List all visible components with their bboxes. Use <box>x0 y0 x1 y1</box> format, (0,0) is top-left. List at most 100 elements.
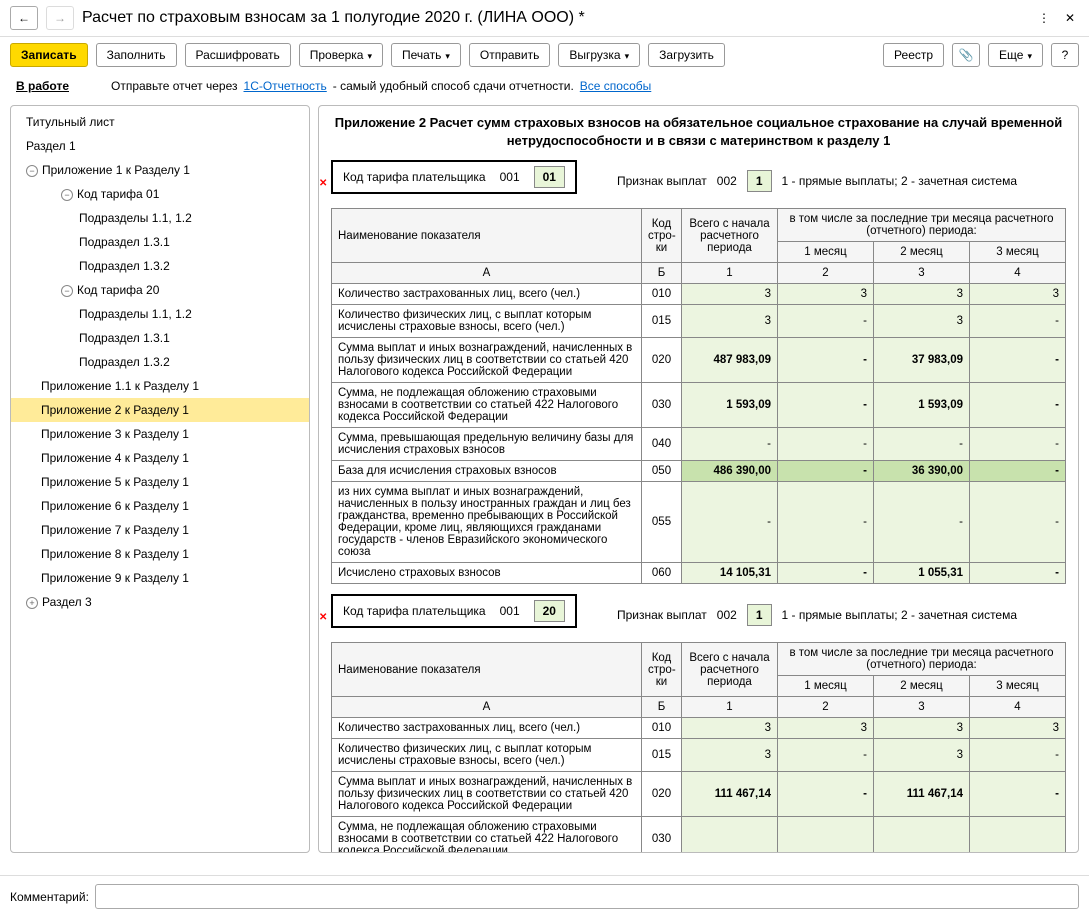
cell-value[interactable]: - <box>970 739 1066 772</box>
sign-val[interactable]: 1 <box>747 170 772 192</box>
tree-app3[interactable]: Приложение 3 к Разделу 1 <box>11 422 309 446</box>
sign-val[interactable]: 1 <box>747 604 772 626</box>
cell-value[interactable]: 3 <box>874 305 970 338</box>
tree-app1[interactable]: −Приложение 1 к Разделу 1 <box>11 158 309 182</box>
cell-value[interactable]: 37 983,09 <box>874 338 970 383</box>
cell-value[interactable]: - <box>970 461 1066 482</box>
cell-value[interactable] <box>970 817 1066 853</box>
delete-icon[interactable]: ✕ <box>319 612 327 623</box>
forward-button[interactable]: → <box>46 6 74 30</box>
main-content[interactable]: Приложение 2 Расчет сумм страховых взнос… <box>318 105 1079 853</box>
status-text[interactable]: В работе <box>16 79 69 93</box>
cell-value[interactable]: - <box>778 461 874 482</box>
cell-value[interactable]: - <box>970 305 1066 338</box>
cell-value[interactable] <box>778 817 874 853</box>
cell-value[interactable]: - <box>778 772 874 817</box>
cell-value[interactable]: 3 <box>778 718 874 739</box>
collapse-icon[interactable]: − <box>61 285 73 297</box>
cell-value[interactable]: 3 <box>874 718 970 739</box>
cell-value[interactable]: 3 <box>970 284 1066 305</box>
cell-value[interactable]: - <box>682 428 778 461</box>
info-link-1c[interactable]: 1С-Отчетность <box>244 79 327 93</box>
load-button[interactable]: Загрузить <box>648 43 725 67</box>
tree-app7[interactable]: Приложение 7 к Разделу 1 <box>11 518 309 542</box>
cell-value[interactable]: - <box>970 383 1066 428</box>
cell-value[interactable]: - <box>778 383 874 428</box>
tree-section1[interactable]: Раздел 1 <box>11 134 309 158</box>
cell-value[interactable]: - <box>874 428 970 461</box>
tree-app6[interactable]: Приложение 6 к Разделу 1 <box>11 494 309 518</box>
cell-value[interactable]: 1 593,09 <box>682 383 778 428</box>
collapse-icon[interactable]: − <box>61 189 73 201</box>
cell-value[interactable] <box>874 817 970 853</box>
tree-app11[interactable]: Приложение 1.1 к Разделу 1 <box>11 374 309 398</box>
cell-value[interactable]: - <box>970 338 1066 383</box>
cell-value[interactable]: 111 467,14 <box>874 772 970 817</box>
attach-button[interactable]: 📎 <box>952 43 980 67</box>
more-button[interactable]: Еще▾ <box>988 43 1043 67</box>
tree-tariff01[interactable]: −Код тарифа 01 <box>11 182 309 206</box>
cell-value[interactable]: 1 593,09 <box>874 383 970 428</box>
cell-value[interactable]: 3 <box>778 284 874 305</box>
cell-value[interactable]: - <box>970 772 1066 817</box>
cell-value[interactable]: 3 <box>682 284 778 305</box>
cell-value[interactable]: - <box>874 482 970 563</box>
collapse-icon[interactable]: − <box>26 165 38 177</box>
tree-section3[interactable]: +Раздел 3 <box>11 590 309 614</box>
upload-button[interactable]: Выгрузка▾ <box>558 43 640 67</box>
check-button[interactable]: Проверка▾ <box>299 43 383 67</box>
info-link-all[interactable]: Все способы <box>580 79 652 93</box>
cell-value[interactable]: 486 390,00 <box>682 461 778 482</box>
tree-app8[interactable]: Приложение 8 к Разделу 1 <box>11 542 309 566</box>
registry-button[interactable]: Реестр <box>883 43 944 67</box>
tree-tariff20[interactable]: −Код тарифа 20 <box>11 278 309 302</box>
tariff-val2[interactable]: 20 <box>534 600 565 622</box>
cell-value[interactable]: - <box>970 563 1066 584</box>
tree-title-page[interactable]: Титульный лист <box>11 110 309 134</box>
send-button[interactable]: Отправить <box>469 43 551 67</box>
cell-value[interactable]: - <box>778 305 874 338</box>
help-button[interactable]: ? <box>1051 43 1079 67</box>
tree-sidebar[interactable]: Титульный лист Раздел 1 −Приложение 1 к … <box>10 105 310 853</box>
decrypt-button[interactable]: Расшифровать <box>185 43 291 67</box>
comment-input[interactable] <box>95 884 1079 909</box>
tree-sub112-b[interactable]: Подразделы 1.1, 1.2 <box>11 302 309 326</box>
cell-value[interactable]: 3 <box>682 718 778 739</box>
cell-value[interactable]: 3 <box>682 305 778 338</box>
print-button[interactable]: Печать▾ <box>391 43 461 67</box>
cell-value[interactable]: - <box>682 482 778 563</box>
kebab-icon[interactable]: ⋮ <box>1035 11 1053 25</box>
cell-value[interactable]: - <box>970 482 1066 563</box>
cell-value[interactable]: 3 <box>874 739 970 772</box>
cell-value[interactable]: 1 055,31 <box>874 563 970 584</box>
cell-value[interactable]: 36 390,00 <box>874 461 970 482</box>
tree-sub112-a[interactable]: Подразделы 1.1, 1.2 <box>11 206 309 230</box>
cell-value[interactable]: 487 983,09 <box>682 338 778 383</box>
cell-value[interactable]: - <box>778 338 874 383</box>
cell-value[interactable]: - <box>778 739 874 772</box>
tree-app2[interactable]: Приложение 2 к Разделу 1 <box>11 398 309 422</box>
write-button[interactable]: Записать <box>10 43 88 67</box>
cell-value[interactable]: 3 <box>874 284 970 305</box>
fill-button[interactable]: Заполнить <box>96 43 177 67</box>
tree-app4[interactable]: Приложение 4 к Разделу 1 <box>11 446 309 470</box>
tree-sub131-b[interactable]: Подраздел 1.3.1 <box>11 326 309 350</box>
tree-app5[interactable]: Приложение 5 к Разделу 1 <box>11 470 309 494</box>
tree-sub132-b[interactable]: Подраздел 1.3.2 <box>11 350 309 374</box>
tariff-val1[interactable]: 01 <box>534 166 565 188</box>
cell-value[interactable]: - <box>970 428 1066 461</box>
tree-sub131-a[interactable]: Подраздел 1.3.1 <box>11 230 309 254</box>
cell-value[interactable] <box>682 817 778 853</box>
tree-app9[interactable]: Приложение 9 к Разделу 1 <box>11 566 309 590</box>
cell-value[interactable]: 3 <box>970 718 1066 739</box>
cell-value[interactable]: - <box>778 428 874 461</box>
cell-value[interactable]: 3 <box>682 739 778 772</box>
delete-icon[interactable]: ✕ <box>319 178 327 189</box>
cell-value[interactable]: - <box>778 563 874 584</box>
cell-value[interactable]: 111 467,14 <box>682 772 778 817</box>
close-icon[interactable]: ✕ <box>1061 11 1079 25</box>
tree-sub132-a[interactable]: Подраздел 1.3.2 <box>11 254 309 278</box>
cell-value[interactable]: 14 105,31 <box>682 563 778 584</box>
cell-value[interactable]: - <box>778 482 874 563</box>
back-button[interactable]: ← <box>10 6 38 30</box>
